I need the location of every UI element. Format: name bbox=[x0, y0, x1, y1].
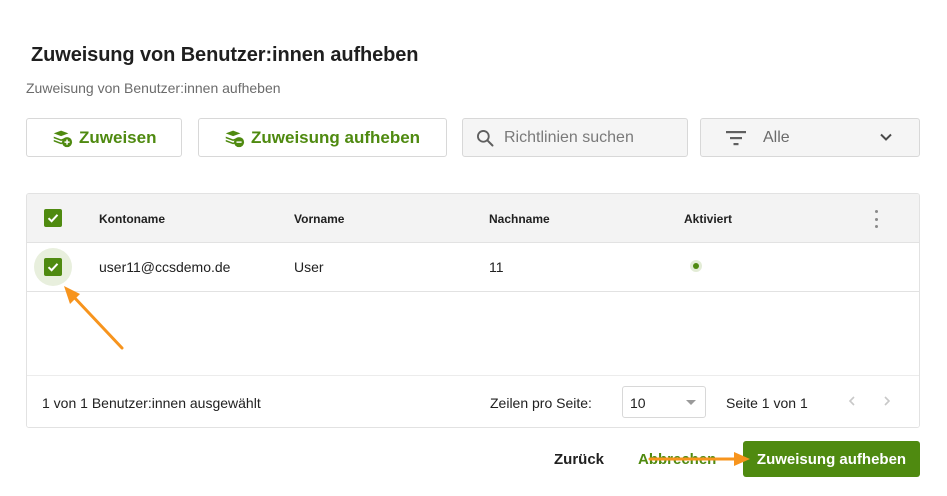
enabled-status-dot bbox=[690, 260, 702, 272]
dialog-subtitle: Zuweisung von Benutzer:innen aufheben bbox=[26, 80, 281, 96]
column-header-account[interactable]: Kontoname bbox=[99, 212, 165, 226]
column-header-enabled[interactable]: Aktiviert bbox=[684, 212, 732, 226]
select-all-checkbox[interactable] bbox=[44, 209, 62, 227]
check-icon bbox=[47, 214, 59, 223]
users-table: Kontoname Vorname Nachname Aktiviert use… bbox=[26, 193, 920, 428]
filter-value: Alle bbox=[763, 128, 790, 146]
rows-per-page-label: Zeilen pro Seite: bbox=[490, 395, 592, 411]
table-row[interactable]: user11@ccsdemo.de User 11 bbox=[27, 243, 919, 292]
stack-remove-icon bbox=[225, 130, 245, 147]
cell-last-name: 11 bbox=[489, 259, 504, 275]
dialog-title: Zuweisung von Benutzer:innen aufheben bbox=[31, 44, 419, 66]
filter-select[interactable]: Alle bbox=[700, 118, 920, 157]
cell-first-name: User bbox=[294, 259, 324, 275]
column-header-last-name[interactable]: Nachname bbox=[489, 212, 550, 226]
rows-per-page-value: 10 bbox=[630, 395, 646, 411]
selection-count: 1 von 1 Benutzer:innen ausgewählt bbox=[42, 395, 261, 411]
column-menu-icon[interactable] bbox=[873, 210, 879, 228]
unassign-button[interactable]: Zuweisung aufheben bbox=[198, 118, 447, 157]
search-input[interactable] bbox=[504, 128, 674, 147]
previous-page-button[interactable] bbox=[843, 392, 861, 410]
cell-account: user11@ccsdemo.de bbox=[99, 259, 231, 275]
page-info: Seite 1 von 1 bbox=[726, 395, 808, 411]
stack-add-icon bbox=[53, 130, 73, 147]
check-icon bbox=[47, 263, 59, 272]
confirm-unassign-label: Zuweisung aufheben bbox=[756, 450, 907, 468]
column-header-first-name[interactable]: Vorname bbox=[294, 212, 344, 226]
caret-down-icon bbox=[686, 400, 696, 405]
next-page-button[interactable] bbox=[878, 392, 896, 410]
rows-per-page-select[interactable]: 10 bbox=[622, 386, 706, 418]
table-footer: 1 von 1 Benutzer:innen ausgewählt Zeilen… bbox=[27, 375, 919, 427]
unassign-button-label: Zuweisung aufheben bbox=[251, 127, 421, 147]
back-button[interactable]: Zurück bbox=[548, 448, 610, 471]
confirm-unassign-button[interactable]: Zuweisung aufheben bbox=[743, 441, 920, 477]
policy-search bbox=[462, 118, 688, 157]
chevron-right-icon bbox=[884, 396, 891, 406]
chevron-down-icon bbox=[880, 133, 892, 141]
table-header: Kontoname Vorname Nachname Aktiviert bbox=[27, 194, 919, 243]
assign-button-label: Zuweisen bbox=[79, 127, 157, 147]
filter-icon bbox=[726, 130, 746, 145]
cancel-button[interactable]: Abbrechen bbox=[632, 448, 722, 471]
chevron-left-icon bbox=[848, 396, 855, 406]
row-checkbox[interactable] bbox=[44, 258, 62, 276]
search-icon bbox=[477, 129, 494, 146]
assign-button[interactable]: Zuweisen bbox=[26, 118, 182, 157]
